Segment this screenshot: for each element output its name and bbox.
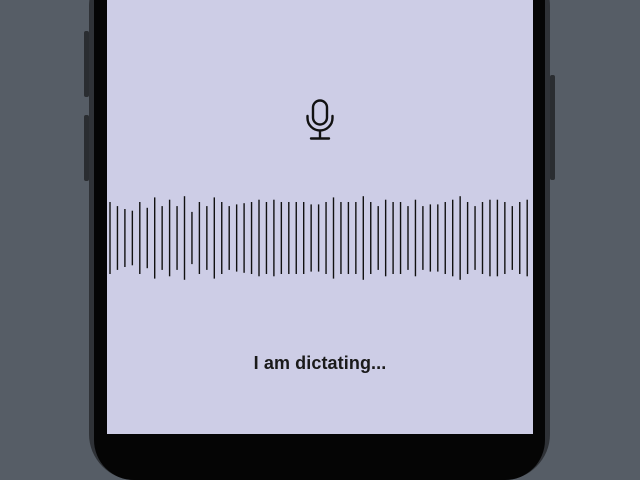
power-button xyxy=(550,75,555,180)
dictation-status-text: I am dictating... xyxy=(253,353,387,373)
dictation-screen: I am dictating... xyxy=(107,0,533,434)
volume-up-button xyxy=(84,31,89,97)
volume-down-button xyxy=(84,115,89,181)
